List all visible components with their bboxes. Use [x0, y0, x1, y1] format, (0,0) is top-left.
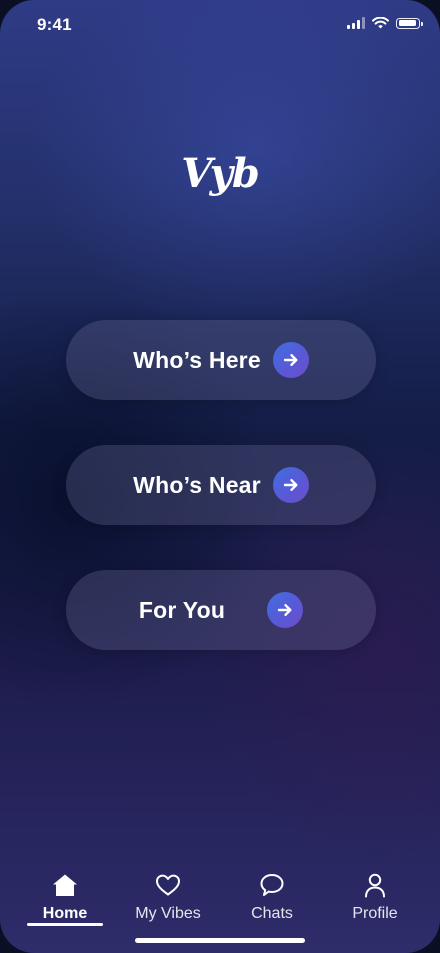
tab-my-vibes[interactable]: My Vibes	[123, 871, 213, 923]
active-tab-indicator	[27, 923, 103, 926]
tab-chats[interactable]: Chats	[227, 871, 317, 923]
for-you-label: For You	[138, 596, 226, 623]
tab-chats-label: Chats	[251, 905, 293, 922]
status-bar: 9:41	[0, 0, 440, 50]
tab-home-label: Home	[42, 905, 88, 922]
status-icons	[347, 17, 423, 29]
home-icon	[20, 871, 110, 899]
tab-my-vibes-label: My Vibes	[135, 905, 201, 922]
app-logo: Vyb	[181, 150, 260, 197]
battery-icon	[396, 17, 423, 29]
tab-profile-label: Profile	[352, 905, 398, 922]
for-you-button[interactable]: For You	[66, 570, 376, 650]
home-indicator	[135, 938, 305, 943]
whos-here-button[interactable]: Who’s Here	[66, 320, 376, 400]
wifi-icon	[372, 17, 389, 29]
arrow-right-icon	[267, 592, 304, 628]
tab-profile[interactable]: Profile	[330, 871, 420, 923]
cellular-signal-icon	[347, 17, 365, 29]
whos-here-label: Who’s Here	[133, 346, 261, 373]
app-screen: 9:41 Vyb Who’s Here Who’s Near For You H…	[0, 0, 440, 953]
arrow-right-icon	[272, 467, 309, 503]
heart-icon	[123, 871, 213, 899]
arrow-right-icon	[272, 342, 309, 378]
tab-home[interactable]: Home	[20, 871, 110, 923]
status-time: 9:41	[37, 15, 72, 34]
whos-near-label: Who’s Near	[133, 471, 261, 498]
person-icon	[330, 871, 420, 899]
whos-near-button[interactable]: Who’s Near	[66, 445, 376, 525]
chat-bubble-icon	[227, 871, 317, 899]
